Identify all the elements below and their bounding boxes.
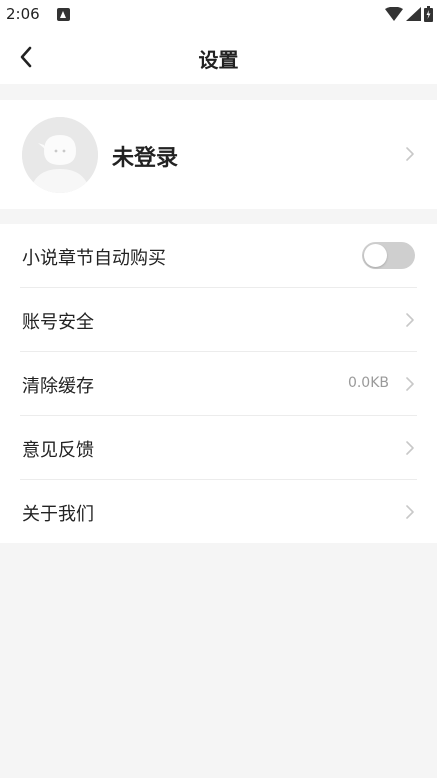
setting-auto-purchase[interactable]: 小说章节自动购买	[0, 224, 437, 288]
setting-about-us[interactable]: 关于我们	[0, 480, 437, 544]
setting-account-security[interactable]: 账号安全	[0, 288, 437, 352]
setting-label: 小说章节自动购买	[22, 248, 166, 269]
chevron-right-icon	[406, 147, 414, 161]
setting-label: 清除缓存	[22, 376, 94, 397]
setting-label: 意见反馈	[22, 440, 94, 461]
setting-label: 关于我们	[22, 504, 94, 525]
login-status-label[interactable]: 未登录	[112, 140, 178, 172]
chevron-right-icon	[406, 505, 414, 519]
profile-card[interactable]: 未登录	[0, 100, 437, 209]
avatar[interactable]	[22, 117, 98, 193]
status-bar: 2:06	[0, 0, 437, 30]
chevron-right-icon	[406, 313, 414, 327]
setting-clear-cache[interactable]: 清除缓存 0.0KB	[0, 352, 437, 416]
notification-icon	[57, 8, 70, 21]
status-time: 2:06	[6, 5, 40, 23]
auto-purchase-toggle[interactable]	[362, 242, 415, 269]
wifi-icon	[385, 7, 403, 21]
settings-list: 小说章节自动购买 账号安全 清除缓存 0.0KB 意见反馈 关于我们	[0, 224, 437, 543]
chevron-right-icon	[406, 377, 414, 391]
header-bar: 设置	[0, 30, 437, 84]
toggle-knob	[364, 244, 387, 267]
default-avatar-icon	[22, 117, 98, 193]
setting-label: 账号安全	[22, 312, 94, 333]
battery-icon	[424, 6, 433, 22]
page-title: 设置	[198, 48, 239, 72]
setting-feedback[interactable]: 意见反馈	[0, 416, 437, 480]
chevron-right-icon	[406, 441, 414, 455]
status-icons	[385, 6, 433, 22]
cache-size-value: 0.0KB	[347, 375, 389, 391]
signal-icon	[406, 7, 421, 21]
